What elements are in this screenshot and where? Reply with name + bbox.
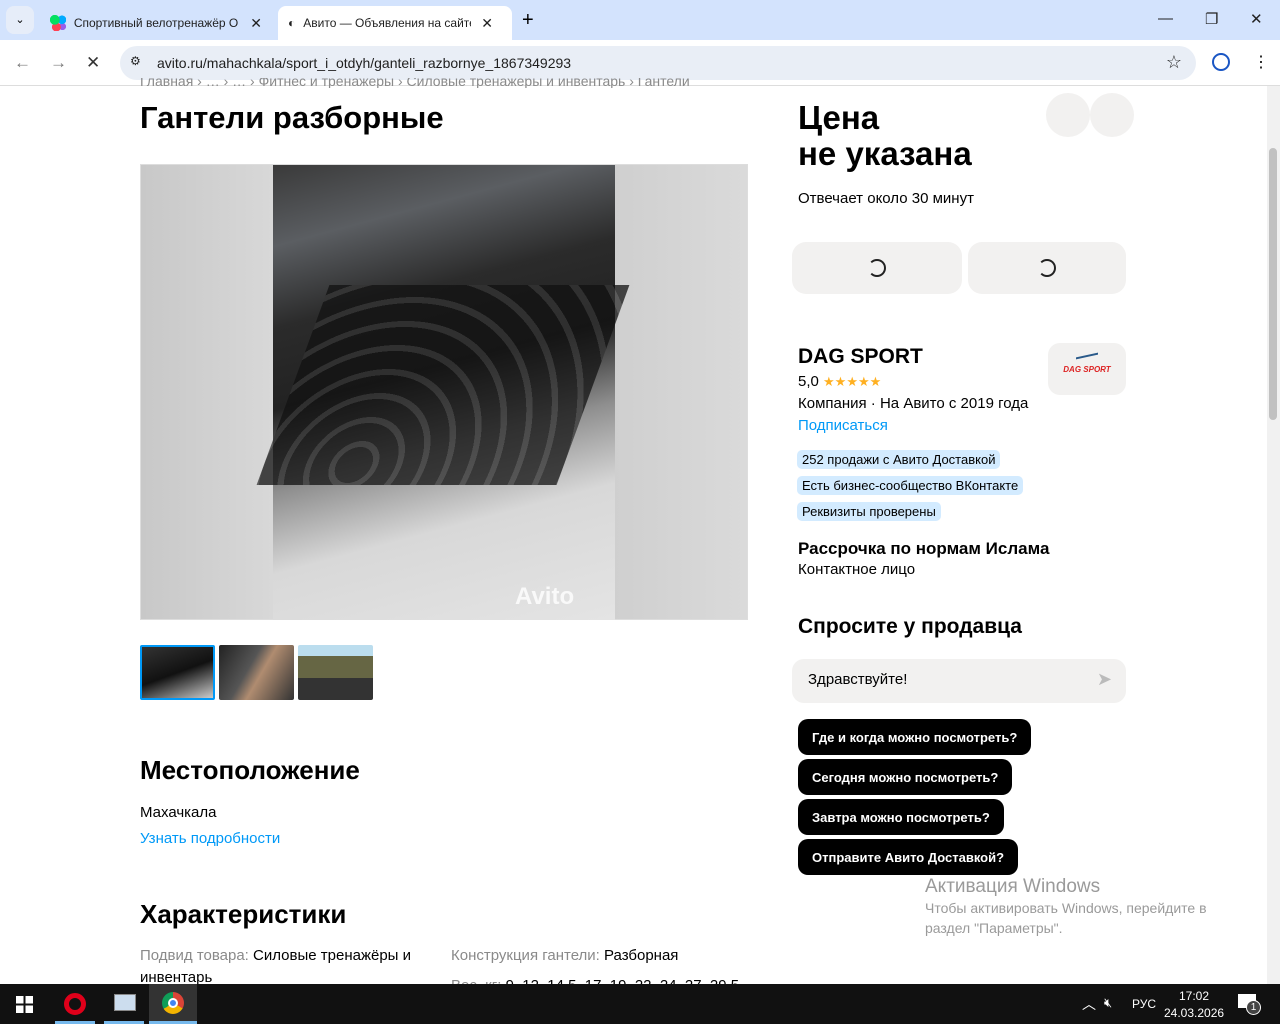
response-time: Отвечает около 30 минут	[798, 190, 974, 207]
seller-badge: 252 продажи с Авито Доставкой	[797, 450, 1001, 469]
notifications-icon[interactable]: 1	[1238, 994, 1261, 1015]
location-heading: Местоположение	[140, 755, 360, 785]
show-phone-button[interactable]	[792, 242, 962, 294]
minimize-button[interactable]: —	[1158, 10, 1173, 27]
seller-info: Компания · На Авито с 2019 года	[798, 395, 1029, 412]
quick-question-button[interactable]: Завтра можно посмотреть?	[798, 799, 1004, 835]
tab-2-active[interactable]: ◐ Авито — Объявления на сайте ✕	[278, 6, 512, 40]
tab-search-button[interactable]: ⌄	[6, 6, 34, 34]
subscribe-link[interactable]: Подписаться	[798, 417, 888, 434]
clock[interactable]: 17:02 24.03.2026	[1164, 988, 1224, 1022]
forward-icon[interactable]: →	[50, 53, 67, 73]
restore-button[interactable]: ❐	[1205, 10, 1218, 28]
page-title: Гантели разборные	[140, 100, 444, 135]
quick-question-button[interactable]: Отправите Авито Доставкой?	[798, 839, 1019, 875]
rating-stars-icon: ★★★★★	[823, 374, 882, 389]
tab-bar: ⌄ Спортивный велотренажёр О ✕ ◐ Авито — О…	[0, 0, 1280, 40]
back-icon[interactable]: ←	[14, 53, 31, 73]
opera-icon[interactable]	[55, 984, 95, 1024]
page-scrollbar[interactable]	[1267, 86, 1280, 984]
specs-heading: Характеристики	[140, 899, 347, 929]
site-settings-icon[interactable]: ⚙	[130, 54, 141, 68]
contact-person: Контактное лицо	[798, 561, 916, 578]
spec-item: Конструкция гантели: Разборная	[451, 947, 679, 964]
menu-icon[interactable]: ⋮	[1253, 52, 1269, 72]
installment-title[interactable]: Рассрочка по нормам Ислама	[798, 539, 1049, 559]
close-tab-icon[interactable]: ✕	[250, 15, 262, 32]
close-tab-icon[interactable]: ✕	[481, 15, 493, 32]
profile-icon[interactable]	[1212, 53, 1230, 71]
resource-monitor-icon[interactable]	[104, 984, 144, 1024]
favorite-button[interactable]	[1046, 93, 1090, 137]
windows-start-icon[interactable]	[16, 996, 33, 1013]
seller-name[interactable]: DAG SPORT	[798, 345, 923, 369]
url-input[interactable]: ⚙ avito.ru/mahachkala/sport_i_otdyh/gant…	[120, 46, 1196, 80]
spec-item: Подвид товара: Силовые тренажёры и инвен…	[140, 947, 411, 986]
volume-muted-icon[interactable]: 🔇︎	[1104, 995, 1112, 1011]
avito-watermark: Avito	[515, 583, 575, 610]
stop-loading-icon[interactable]: ✕	[86, 53, 100, 73]
share-button[interactable]	[1090, 93, 1134, 137]
write-message-button[interactable]	[968, 242, 1126, 294]
seller-rating: 5,0 ★★★★★	[798, 373, 882, 390]
loading-spinner-icon	[1038, 259, 1056, 277]
loading-spinner-icon	[868, 259, 886, 277]
breadcrumb[interactable]: Главная › … › … › Фитнес и тренажёры › С…	[140, 78, 690, 88]
send-icon[interactable]: ➤	[1097, 669, 1112, 690]
seller-badge: Реквизиты проверены	[797, 502, 941, 521]
globe-icon: ◐	[288, 16, 296, 30]
seller-badge: Есть бизнес-сообщество ВКонтакте	[797, 476, 1024, 495]
chrome-icon[interactable]	[149, 984, 197, 1024]
thumbnail-2[interactable]	[219, 645, 294, 700]
language-indicator[interactable]: РУС	[1132, 997, 1156, 1011]
taskbar: ︿ 🔇︎ РУС 17:02 24.03.2026 1	[0, 984, 1280, 1024]
thumbnail-3[interactable]	[298, 645, 373, 700]
windows-activation-watermark: Активация Windows Чтобы активировать Win…	[925, 876, 1207, 936]
main-photo[interactable]: Avito	[140, 164, 748, 620]
show-hidden-icons[interactable]: ︿	[1082, 994, 1096, 1014]
message-input[interactable]: Здравствуйте! ➤	[792, 659, 1126, 703]
bookmark-star-icon[interactable]: ☆	[1166, 52, 1182, 73]
new-tab-button[interactable]: +	[522, 9, 534, 32]
thumbnail-1[interactable]	[140, 645, 215, 700]
tab-1[interactable]: Спортивный велотренажёр О ✕	[40, 6, 272, 40]
quick-question-button[interactable]: Сегодня можно посмотреть?	[798, 759, 1013, 795]
price: Цена не указана	[798, 99, 972, 172]
ask-heading: Спросите у продавца	[798, 615, 1022, 638]
location-city: Махачкала	[140, 804, 217, 821]
tab-favicon-icon	[50, 15, 66, 31]
location-details-link[interactable]: Узнать подробности	[140, 830, 280, 847]
close-window-button[interactable]: ✕	[1250, 10, 1263, 28]
seller-logo[interactable]: DAG SPORT	[1048, 343, 1126, 395]
quick-question-button[interactable]: Где и когда можно посмотреть?	[798, 719, 1032, 755]
